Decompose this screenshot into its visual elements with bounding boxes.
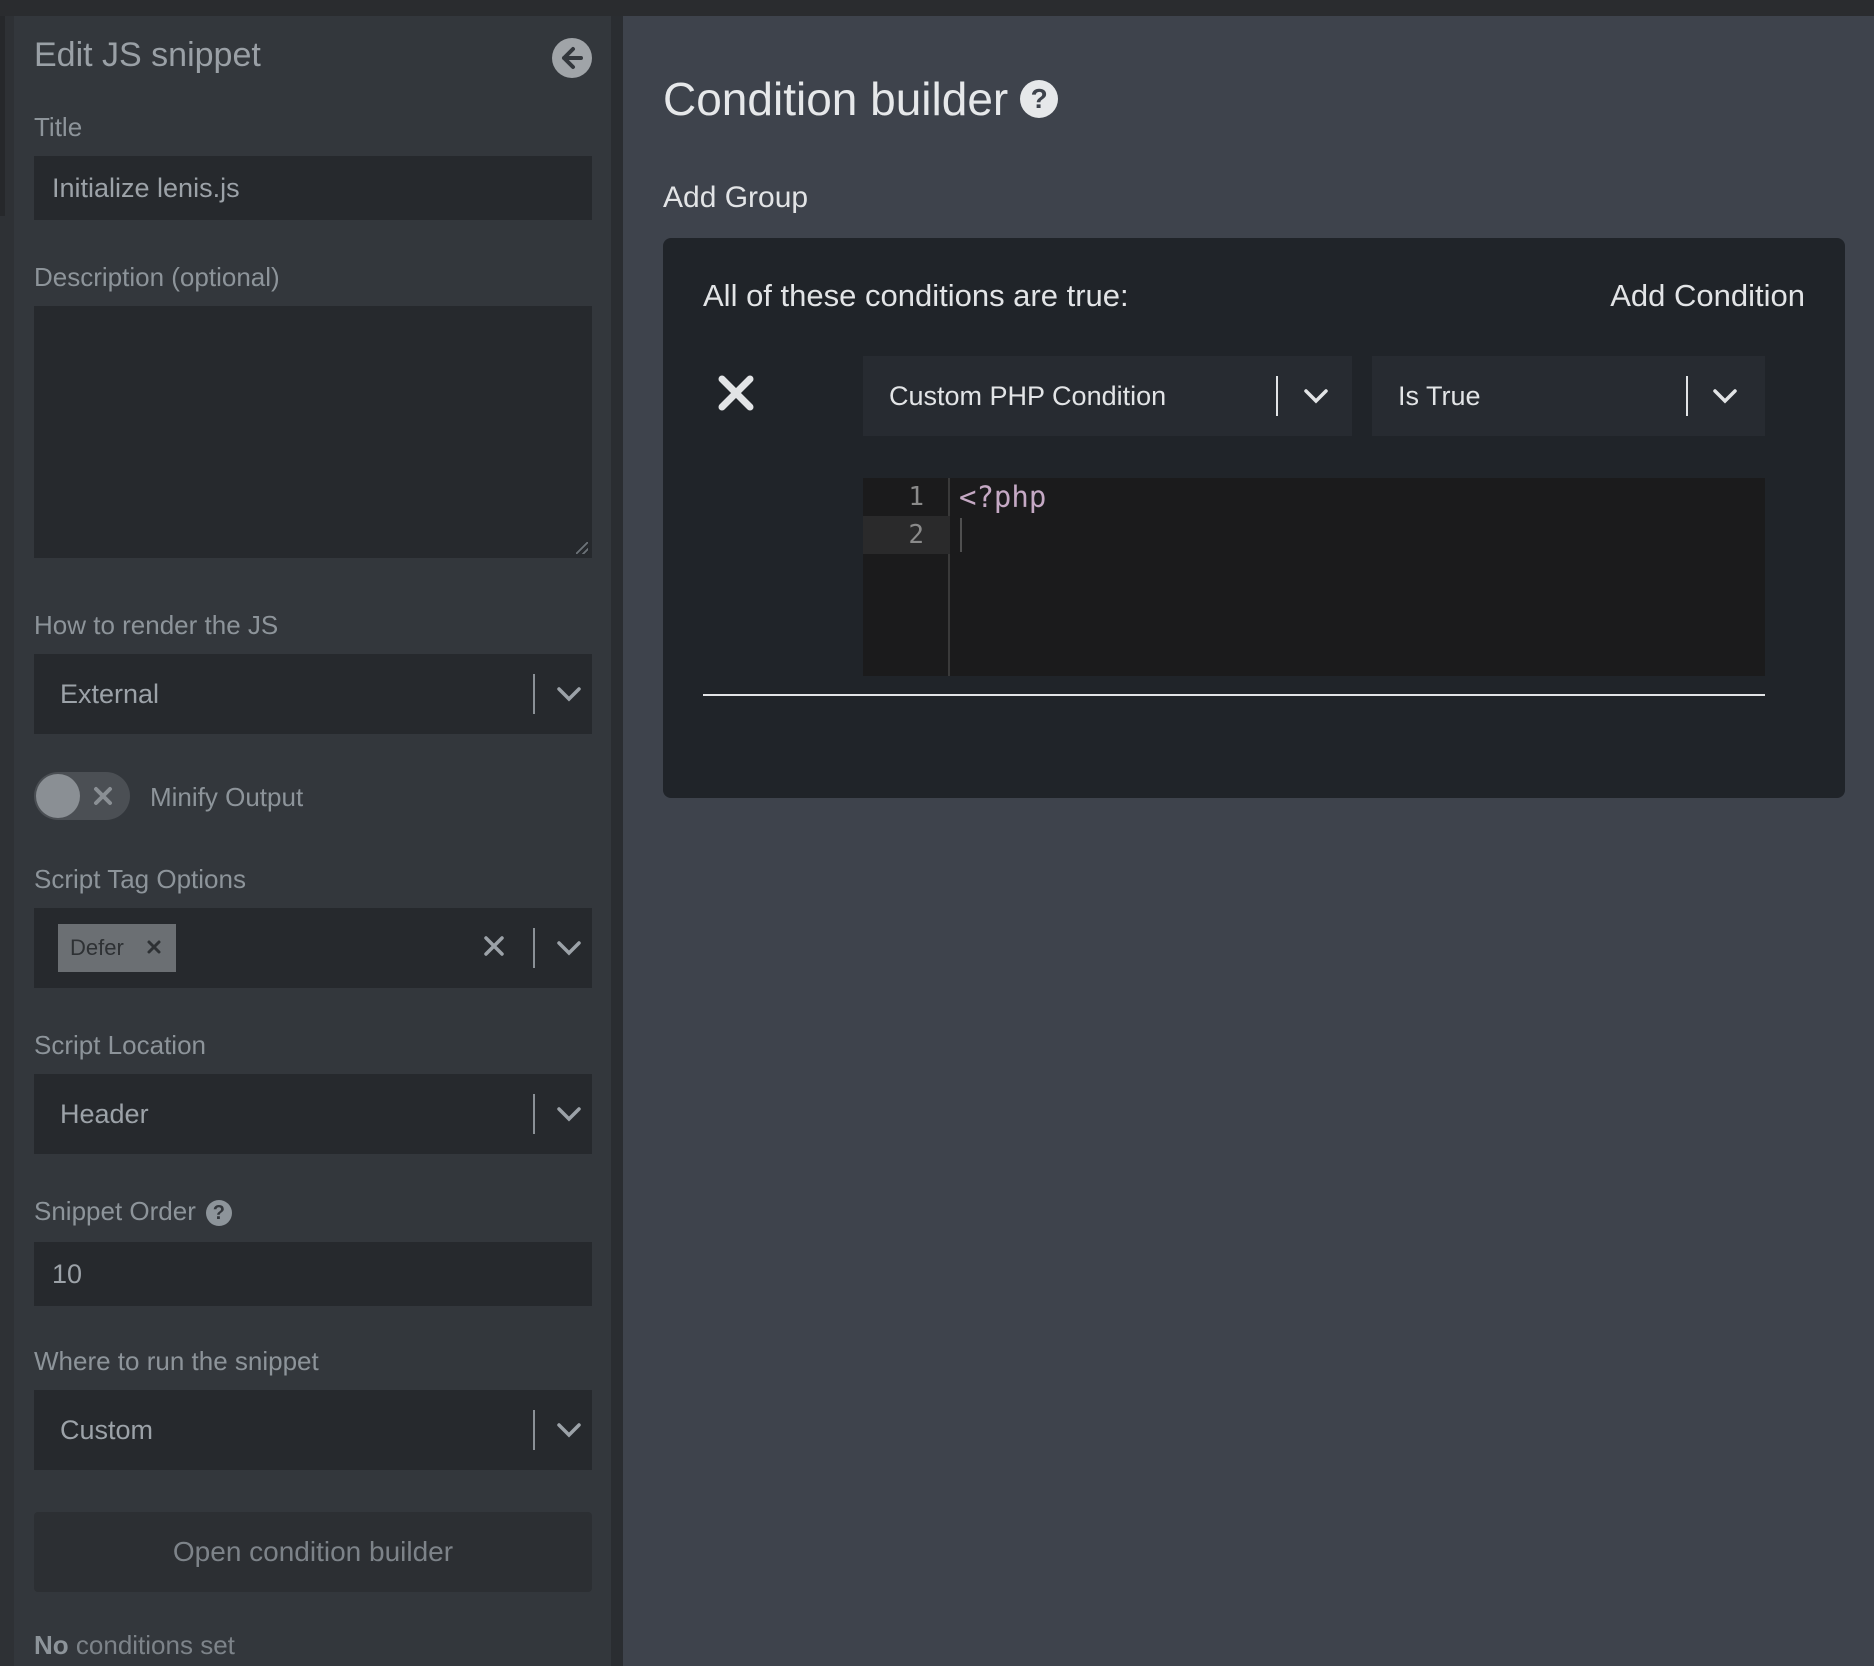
tag-remove-icon[interactable]: [146, 939, 162, 955]
panel-divider[interactable]: [611, 16, 623, 1666]
resize-handle[interactable]: [576, 542, 588, 554]
chevron-down-icon[interactable]: [556, 936, 582, 960]
edit-snippet-panel: Edit JS snippet Title Initialize lenis.j…: [14, 16, 611, 1666]
status-text: conditions set: [68, 1630, 235, 1660]
title-label: Title: [34, 112, 83, 142]
select-separator: [533, 1094, 535, 1134]
left-edge-notch: [0, 16, 5, 216]
add-group-button[interactable]: Add Group: [663, 181, 808, 215]
text-cursor: [960, 518, 962, 552]
chevron-down-icon[interactable]: [556, 682, 582, 706]
conditions-status: No conditions set: [34, 1630, 235, 1661]
remove-condition-icon[interactable]: [717, 374, 755, 412]
select-separator: [1276, 376, 1278, 416]
location-select-value: Header: [60, 1098, 149, 1129]
where-select[interactable]: Custom: [34, 1390, 592, 1470]
top-bar: [0, 0, 1874, 16]
builder-title: Condition builder: [663, 73, 1009, 125]
script-tag-select[interactable]: Defer: [34, 908, 592, 988]
select-separator: [533, 1410, 535, 1450]
render-label: How to render the JS: [34, 610, 279, 640]
tag-label: Defer: [70, 935, 124, 960]
condition-operator-select[interactable]: Is True: [1372, 356, 1765, 436]
script-tag-label: Script Tag Options: [34, 864, 246, 894]
status-bold: No: [34, 1630, 69, 1660]
group-heading: All of these conditions are true:: [703, 278, 1129, 313]
order-label: Snippet Order: [34, 1196, 196, 1226]
description-label: Description (optional): [34, 262, 280, 292]
clear-icon[interactable]: [482, 934, 506, 958]
select-separator: [1686, 376, 1688, 416]
render-select[interactable]: External: [34, 654, 592, 734]
panel-title: Edit JS snippet: [34, 36, 261, 74]
title-input-value: Initialize lenis.js: [52, 172, 240, 203]
chevron-down-icon[interactable]: [1712, 384, 1738, 408]
condition-builder: Condition builder ? Add Group All of the…: [623, 16, 1874, 1666]
code-lines: <?php: [959, 478, 1046, 516]
php-code-editor[interactable]: 1 2 <?php: [863, 478, 1765, 676]
condition-type-value: Custom PHP Condition: [889, 380, 1167, 411]
condition-operator-value: Is True: [1398, 380, 1481, 411]
line-number: 2: [863, 516, 950, 554]
chevron-down-icon[interactable]: [556, 1418, 582, 1442]
add-condition-button[interactable]: Add Condition: [1610, 278, 1805, 314]
location-select[interactable]: Header: [34, 1074, 592, 1154]
order-input-value: 10: [52, 1258, 83, 1289]
line-number: 1: [908, 482, 924, 512]
render-select-value: External: [60, 678, 160, 709]
location-label: Script Location: [34, 1030, 206, 1060]
where-label: Where to run the snippet: [34, 1346, 319, 1376]
description-textarea[interactable]: [34, 306, 592, 558]
where-select-value: Custom: [60, 1414, 154, 1445]
open-condition-builder-button[interactable]: Open condition builder: [34, 1512, 592, 1592]
help-icon[interactable]: ?: [1020, 80, 1059, 118]
title-input[interactable]: Initialize lenis.js: [34, 156, 592, 220]
line-gutter: 1 2: [863, 478, 950, 676]
condition-type-select[interactable]: Custom PHP Condition: [863, 356, 1352, 436]
minify-label: Minify Output: [150, 782, 304, 812]
select-separator: [533, 928, 535, 968]
left-edge: [0, 16, 14, 1666]
condition-group: All of these conditions are true: Add Co…: [663, 238, 1845, 798]
order-label-row: Snippet Order?: [34, 1196, 232, 1227]
chevron-down-icon[interactable]: [556, 1102, 582, 1126]
chevron-down-icon[interactable]: [1303, 384, 1329, 408]
minify-toggle[interactable]: [34, 772, 130, 820]
order-input[interactable]: 10: [34, 1242, 592, 1306]
help-icon[interactable]: ?: [205, 1200, 232, 1227]
close-icon: [94, 787, 112, 805]
select-separator: [533, 674, 535, 714]
tag-defer: Defer: [58, 924, 176, 972]
toggle-knob: [36, 774, 80, 818]
back-button[interactable]: [552, 38, 592, 78]
condition-divider: [703, 694, 1765, 696]
arrow-left-icon: [562, 47, 583, 69]
code-line: <?php: [959, 480, 1047, 514]
builder-title-row: Condition builder ?: [663, 72, 1059, 126]
